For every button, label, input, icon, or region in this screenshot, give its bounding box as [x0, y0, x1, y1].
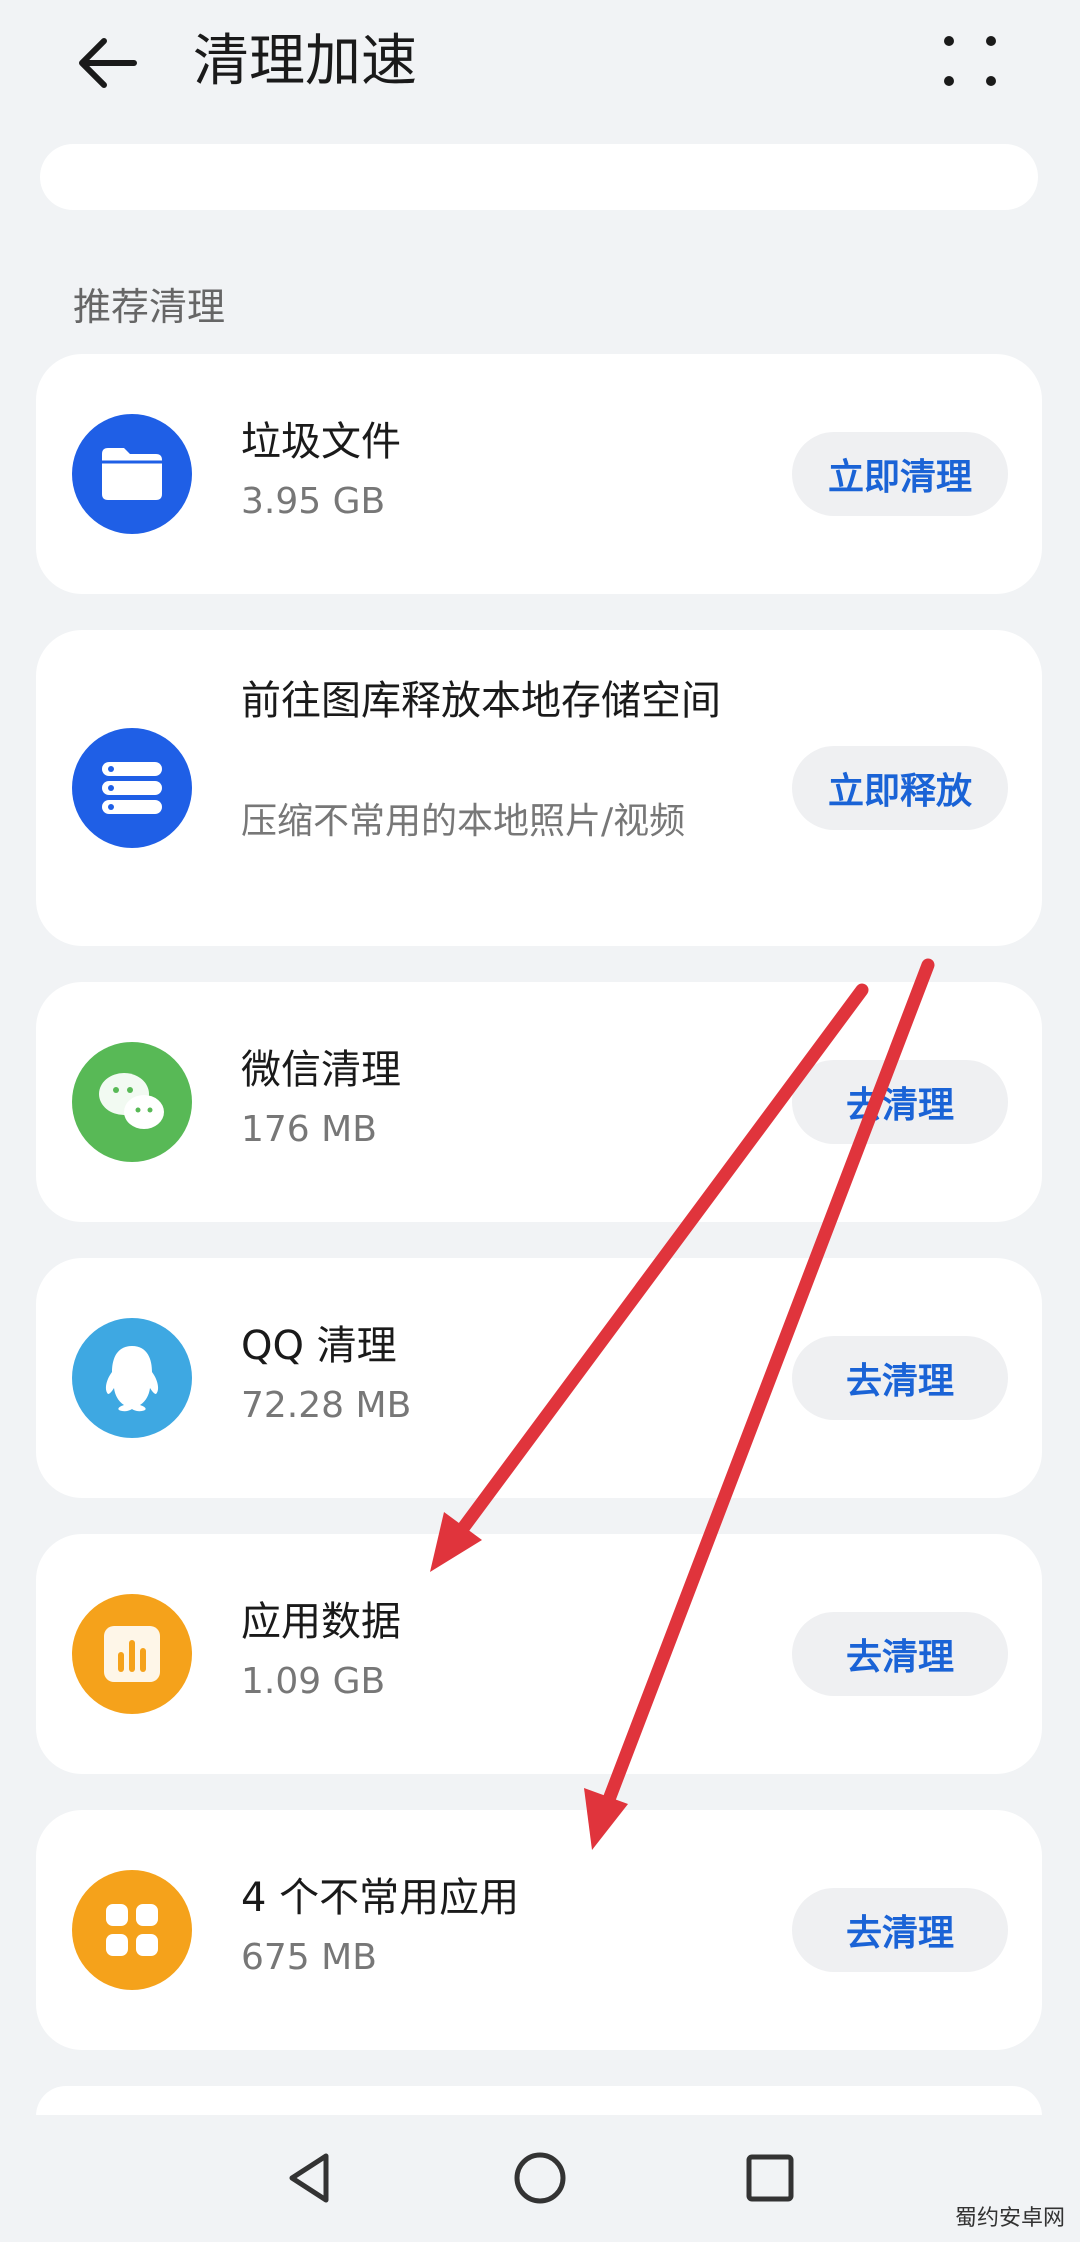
top-app-bar: 清理加速: [0, 0, 1080, 130]
card-gallery-storage[interactable]: 前往图库释放本地存储空间 压缩不常用的本地照片/视频 立即释放: [36, 630, 1042, 946]
item-size: 1.09 GB: [241, 1661, 386, 1702]
app-data-clean-button[interactable]: 去清理: [792, 1612, 1008, 1696]
storage-icon: [72, 728, 192, 848]
folder-icon: [72, 414, 192, 534]
card-junk-files[interactable]: 垃圾文件 3.95 GB 立即清理: [36, 354, 1042, 594]
release-now-button[interactable]: 立即释放: [792, 746, 1008, 830]
item-size: 675 MB: [241, 1937, 377, 1978]
item-title: 前往图库释放本地存储空间: [241, 678, 721, 724]
page-title: 清理加速: [193, 29, 417, 94]
nav-recents-icon[interactable]: [740, 2148, 800, 2208]
system-navigation-bar: [0, 2115, 1080, 2242]
wechat-clean-button[interactable]: 去清理: [792, 1060, 1008, 1144]
more-options-icon[interactable]: [940, 30, 1000, 92]
item-title: 4 个不常用应用: [241, 1875, 520, 1921]
item-title: QQ 清理: [241, 1323, 397, 1369]
nav-back-icon[interactable]: [280, 2148, 340, 2208]
card-qq-clean[interactable]: QQ 清理 72.28 MB 去清理: [36, 1258, 1042, 1498]
card-unused-apps[interactable]: 4 个不常用应用 675 MB 去清理: [36, 1810, 1042, 2050]
apps-grid-icon: [72, 1870, 192, 1990]
item-title: 应用数据: [241, 1599, 401, 1645]
wechat-icon: [72, 1042, 192, 1162]
app-data-icon: [72, 1594, 192, 1714]
item-size: 3.95 GB: [241, 481, 386, 522]
item-description: 压缩不常用的本地照片/视频: [241, 801, 686, 842]
clean-now-button[interactable]: 立即清理: [792, 432, 1008, 516]
section-label: 推荐清理: [73, 285, 226, 329]
watermark: 蜀约安卓网: [955, 2206, 1066, 2231]
item-size: 72.28 MB: [241, 1385, 412, 1426]
qq-clean-button[interactable]: 去清理: [792, 1336, 1008, 1420]
back-arrow-icon[interactable]: [74, 28, 144, 98]
qq-icon: [72, 1318, 192, 1438]
card-app-data[interactable]: 应用数据 1.09 GB 去清理: [36, 1534, 1042, 1774]
item-title: 垃圾文件: [241, 419, 401, 465]
nav-home-icon[interactable]: [510, 2148, 570, 2208]
unused-apps-clean-button[interactable]: 去清理: [792, 1888, 1008, 1972]
partial-card-top: [40, 144, 1038, 210]
item-title: 微信清理: [241, 1047, 401, 1093]
card-wechat-clean[interactable]: 微信清理 176 MB 去清理: [36, 982, 1042, 1222]
item-size: 176 MB: [241, 1109, 377, 1150]
